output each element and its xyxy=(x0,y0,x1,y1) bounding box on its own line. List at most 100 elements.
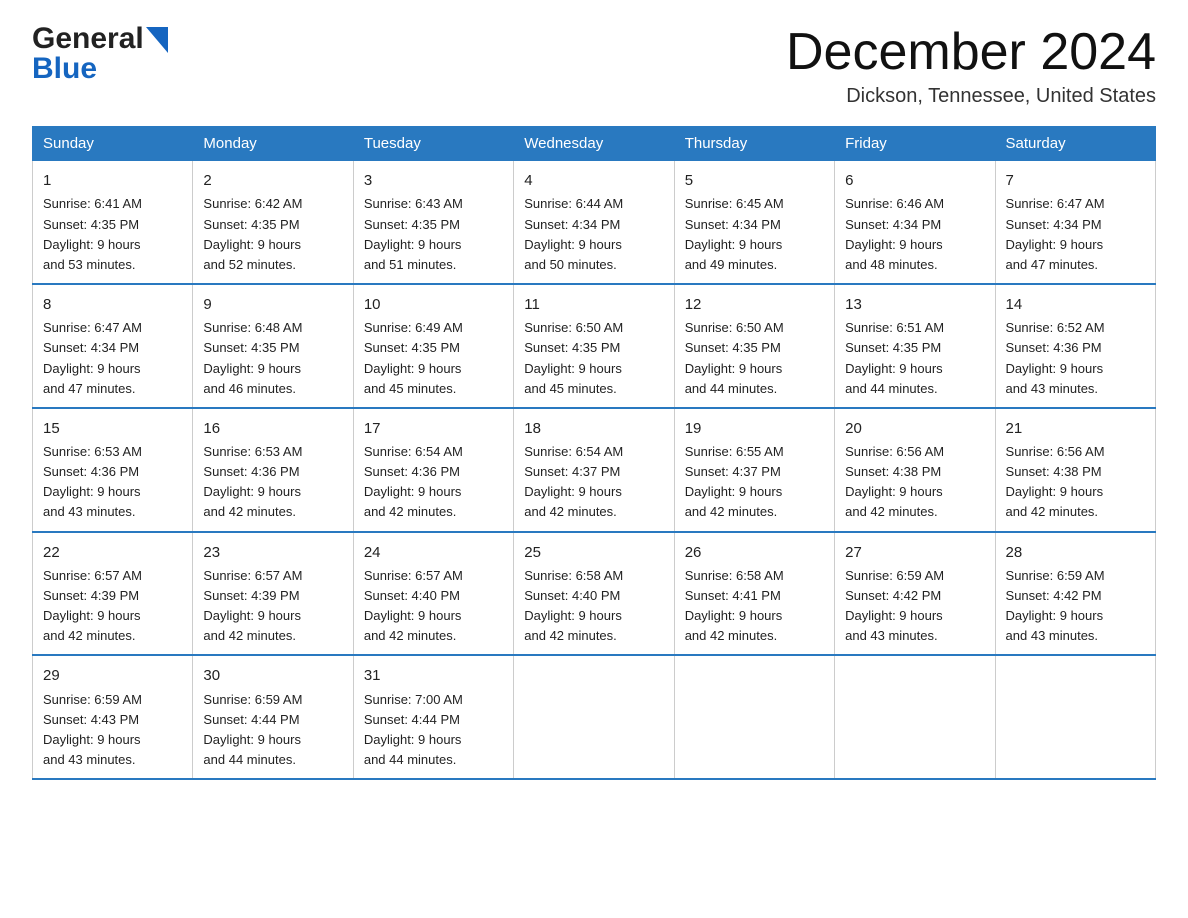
col-header-sunday: Sunday xyxy=(33,127,193,161)
page-header: General Blue December 2024 Dickson, Tenn… xyxy=(32,24,1156,108)
calendar-cell: 15 Sunrise: 6:53 AMSunset: 4:36 PMDayligh… xyxy=(33,408,193,532)
day-info: Sunrise: 6:52 AMSunset: 4:36 PMDaylight:… xyxy=(1006,320,1105,395)
calendar-cell: 13 Sunrise: 6:51 AMSunset: 4:35 PMDayligh… xyxy=(835,284,995,408)
calendar-cell: 1 Sunrise: 6:41 AMSunset: 4:35 PMDaylight… xyxy=(33,161,193,284)
col-header-tuesday: Tuesday xyxy=(353,127,513,161)
day-info: Sunrise: 6:51 AMSunset: 4:35 PMDaylight:… xyxy=(845,320,944,395)
calendar-cell xyxy=(514,655,674,779)
calendar-cell: 7Sunrise: 6:47 AMSunset: 4:34 PMDaylight… xyxy=(995,161,1155,284)
day-info: Sunrise: 6:58 AMSunset: 4:41 PMDaylight:… xyxy=(685,568,784,643)
day-info: Sunrise: 6:42 AMSunset: 4:35 PMDaylight:… xyxy=(203,196,302,271)
day-info: Sunrise: 6:56 AMSunset: 4:38 PMDaylight:… xyxy=(1006,444,1105,519)
col-header-thursday: Thursday xyxy=(674,127,834,161)
logo-arrow-icon xyxy=(146,27,168,53)
day-number: 17 xyxy=(364,417,503,440)
calendar-header-row: SundayMondayTuesdayWednesdayThursdayFrid… xyxy=(33,127,1156,161)
day-number: 20 xyxy=(845,417,984,440)
day-info: Sunrise: 6:54 AMSunset: 4:37 PMDaylight:… xyxy=(524,444,623,519)
day-number: 30 xyxy=(203,664,342,687)
calendar-cell: 29Sunrise: 6:59 AMSunset: 4:43 PMDayligh… xyxy=(33,655,193,779)
day-number: 28 xyxy=(1006,541,1145,564)
day-number: 7 xyxy=(1006,169,1145,192)
day-info: Sunrise: 6:55 AMSunset: 4:37 PMDaylight:… xyxy=(685,444,784,519)
calendar-cell: 2 Sunrise: 6:42 AMSunset: 4:35 PMDaylight… xyxy=(193,161,353,284)
calendar-cell: 16Sunrise: 6:53 AMSunset: 4:36 PMDayligh… xyxy=(193,408,353,532)
day-info: Sunrise: 6:49 AMSunset: 4:35 PMDaylight:… xyxy=(364,320,463,395)
day-number: 4 xyxy=(524,169,663,192)
title-block: December 2024 Dickson, Tennessee, United… xyxy=(786,24,1156,108)
day-info: Sunrise: 6:59 AMSunset: 4:42 PMDaylight:… xyxy=(1006,568,1105,643)
calendar-cell: 17 Sunrise: 6:54 AMSunset: 4:36 PMDayligh… xyxy=(353,408,513,532)
day-info: Sunrise: 6:41 AMSunset: 4:35 PMDaylight:… xyxy=(43,196,142,271)
day-info: Sunrise: 6:50 AMSunset: 4:35 PMDaylight:… xyxy=(524,320,623,395)
day-info: Sunrise: 6:59 AMSunset: 4:42 PMDaylight:… xyxy=(845,568,944,643)
day-info: Sunrise: 6:58 AMSunset: 4:40 PMDaylight:… xyxy=(524,568,623,643)
day-number: 22 xyxy=(43,541,182,564)
col-header-wednesday: Wednesday xyxy=(514,127,674,161)
day-info: Sunrise: 6:53 AMSunset: 4:36 PMDaylight:… xyxy=(43,444,142,519)
calendar-cell: 11 Sunrise: 6:50 AMSunset: 4:35 PMDayligh… xyxy=(514,284,674,408)
week-row-1: 1 Sunrise: 6:41 AMSunset: 4:35 PMDaylight… xyxy=(33,161,1156,284)
day-number: 6 xyxy=(845,169,984,192)
day-number: 14 xyxy=(1006,293,1145,316)
day-info: Sunrise: 6:57 AMSunset: 4:39 PMDaylight:… xyxy=(43,568,142,643)
day-number: 26 xyxy=(685,541,824,564)
col-header-friday: Friday xyxy=(835,127,995,161)
day-info: Sunrise: 6:48 AMSunset: 4:35 PMDaylight:… xyxy=(203,320,302,395)
col-header-saturday: Saturday xyxy=(995,127,1155,161)
calendar-cell: 28 Sunrise: 6:59 AMSunset: 4:42 PMDayligh… xyxy=(995,532,1155,656)
logo: General Blue xyxy=(32,24,168,84)
calendar-cell: 8 Sunrise: 6:47 AMSunset: 4:34 PMDaylight… xyxy=(33,284,193,408)
day-info: Sunrise: 6:56 AMSunset: 4:38 PMDaylight:… xyxy=(845,444,944,519)
calendar-cell: 12 Sunrise: 6:50 AMSunset: 4:35 PMDayligh… xyxy=(674,284,834,408)
calendar-cell: 5Sunrise: 6:45 AMSunset: 4:34 PMDaylight… xyxy=(674,161,834,284)
day-number: 21 xyxy=(1006,417,1145,440)
calendar-cell: 26 Sunrise: 6:58 AMSunset: 4:41 PMDayligh… xyxy=(674,532,834,656)
day-info: Sunrise: 6:57 AMSunset: 4:40 PMDaylight:… xyxy=(364,568,463,643)
calendar-cell: 19 Sunrise: 6:55 AMSunset: 4:37 PMDayligh… xyxy=(674,408,834,532)
calendar-cell: 4 Sunrise: 6:44 AMSunset: 4:34 PMDaylight… xyxy=(514,161,674,284)
day-info: Sunrise: 6:54 AMSunset: 4:36 PMDaylight:… xyxy=(364,444,463,519)
day-info: Sunrise: 6:57 AMSunset: 4:39 PMDaylight:… xyxy=(203,568,302,643)
logo-general: General xyxy=(32,24,144,54)
day-number: 3 xyxy=(364,169,503,192)
week-row-5: 29Sunrise: 6:59 AMSunset: 4:43 PMDayligh… xyxy=(33,655,1156,779)
day-number: 12 xyxy=(685,293,824,316)
month-title: December 2024 xyxy=(786,24,1156,81)
calendar-cell: 30Sunrise: 6:59 AMSunset: 4:44 PMDayligh… xyxy=(193,655,353,779)
calendar-cell: 18 Sunrise: 6:54 AMSunset: 4:37 PMDayligh… xyxy=(514,408,674,532)
calendar-cell: 23 Sunrise: 6:57 AMSunset: 4:39 PMDayligh… xyxy=(193,532,353,656)
day-number: 9 xyxy=(203,293,342,316)
calendar-cell xyxy=(674,655,834,779)
calendar-cell: 31Sunrise: 7:00 AMSunset: 4:44 PMDayligh… xyxy=(353,655,513,779)
day-number: 8 xyxy=(43,293,182,316)
day-number: 5 xyxy=(685,169,824,192)
day-number: 1 xyxy=(43,169,182,192)
location-title: Dickson, Tennessee, United States xyxy=(786,85,1156,108)
day-number: 13 xyxy=(845,293,984,316)
day-number: 24 xyxy=(364,541,503,564)
day-number: 23 xyxy=(203,541,342,564)
day-number: 15 xyxy=(43,417,182,440)
day-info: Sunrise: 6:44 AMSunset: 4:34 PMDaylight:… xyxy=(524,196,623,271)
day-info: Sunrise: 6:46 AMSunset: 4:34 PMDaylight:… xyxy=(845,196,944,271)
day-number: 19 xyxy=(685,417,824,440)
day-number: 11 xyxy=(524,293,663,316)
day-number: 10 xyxy=(364,293,503,316)
week-row-2: 8 Sunrise: 6:47 AMSunset: 4:34 PMDaylight… xyxy=(33,284,1156,408)
day-number: 2 xyxy=(203,169,342,192)
calendar-cell: 6 Sunrise: 6:46 AMSunset: 4:34 PMDaylight… xyxy=(835,161,995,284)
calendar-cell: 14 Sunrise: 6:52 AMSunset: 4:36 PMDayligh… xyxy=(995,284,1155,408)
day-number: 18 xyxy=(524,417,663,440)
calendar-cell: 3 Sunrise: 6:43 AMSunset: 4:35 PMDaylight… xyxy=(353,161,513,284)
week-row-3: 15 Sunrise: 6:53 AMSunset: 4:36 PMDayligh… xyxy=(33,408,1156,532)
calendar-cell: 21 Sunrise: 6:56 AMSunset: 4:38 PMDayligh… xyxy=(995,408,1155,532)
calendar-cell: 27Sunrise: 6:59 AMSunset: 4:42 PMDayligh… xyxy=(835,532,995,656)
day-info: Sunrise: 6:47 AMSunset: 4:34 PMDaylight:… xyxy=(43,320,142,395)
logo-blue: Blue xyxy=(32,54,97,84)
day-info: Sunrise: 6:59 AMSunset: 4:43 PMDaylight:… xyxy=(43,692,142,767)
day-number: 25 xyxy=(524,541,663,564)
day-info: Sunrise: 6:50 AMSunset: 4:35 PMDaylight:… xyxy=(685,320,784,395)
day-info: Sunrise: 6:43 AMSunset: 4:35 PMDaylight:… xyxy=(364,196,463,271)
week-row-4: 22 Sunrise: 6:57 AMSunset: 4:39 PMDayligh… xyxy=(33,532,1156,656)
